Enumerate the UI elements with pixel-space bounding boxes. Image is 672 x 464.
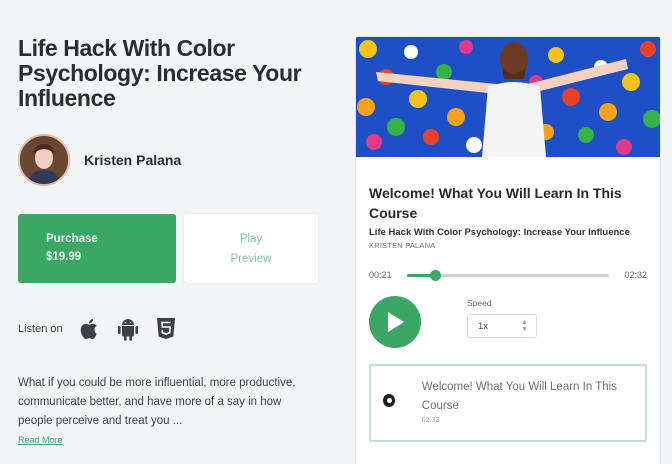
episode-playing-indicator-icon — [383, 394, 395, 407]
progress-track[interactable] — [407, 269, 609, 281]
avatar[interactable] — [18, 134, 70, 186]
total-time: 02:32 — [624, 270, 647, 280]
apple-icon[interactable] — [78, 316, 103, 341]
play-preview-button[interactable]: Play Preview — [184, 214, 318, 283]
purchase-button[interactable]: Purchase $19.99 — [18, 214, 176, 283]
play-icon — [388, 312, 404, 332]
episode-duration: 02:32 — [421, 417, 440, 424]
preview-label-line1: Play — [239, 233, 263, 245]
course-title: Life Hack With Color Psychology: Increas… — [18, 35, 302, 111]
stepper-icon: ▲ ▼ — [521, 319, 528, 333]
speed-label: Speed — [467, 298, 492, 308]
course-cover-image — [356, 37, 660, 157]
android-icon[interactable] — [116, 316, 141, 341]
progress-handle[interactable] — [429, 269, 441, 281]
episode-list-item[interactable]: Welcome! What You Will Learn In This Cou… — [369, 364, 647, 442]
episode-name: Welcome! What You Will Learn In This Cou… — [421, 381, 617, 412]
preview-label-line2: Preview — [230, 253, 272, 265]
current-episode-title: Welcome! What You Will Learn In This Cou… — [369, 185, 622, 221]
speed-control: Speed 1x ▲ ▼ — [467, 296, 537, 338]
listen-on-label: Listen on — [18, 322, 63, 335]
course-description: What if you could be more influential, m… — [18, 377, 296, 427]
playback-controls: Speed 1x ▲ ▼ — [369, 296, 647, 348]
author-name[interactable]: Kristen Palana — [84, 152, 181, 168]
author-row: Kristen Palana — [18, 134, 324, 186]
purchase-price: $19.99 — [46, 251, 82, 263]
player-course-title: Life Hack With Color Psychology: Increas… — [369, 227, 630, 238]
html5-icon[interactable] — [154, 316, 179, 341]
speed-value: 1x — [478, 320, 489, 332]
player-author: KRISTEN PALANA — [369, 241, 436, 250]
speed-select[interactable]: 1x ▲ ▼ — [467, 314, 537, 338]
current-time: 00:21 — [369, 270, 392, 280]
progress-row: 00:21 02:32 — [369, 269, 647, 281]
episode-text: Welcome! What You Will Learn In This Cou… — [422, 378, 635, 424]
listen-on-row: Listen on — [18, 316, 324, 341]
read-more-link[interactable]: Read More — [18, 435, 324, 445]
audio-player-panel: Welcome! What You Will Learn In This Cou… — [355, 36, 661, 464]
play-button[interactable] — [369, 296, 421, 348]
course-info: Life Hack With Color Psychology: Increas… — [18, 36, 324, 445]
action-buttons: Purchase $19.99 Play Preview — [18, 214, 324, 283]
purchase-label: Purchase — [46, 233, 98, 245]
